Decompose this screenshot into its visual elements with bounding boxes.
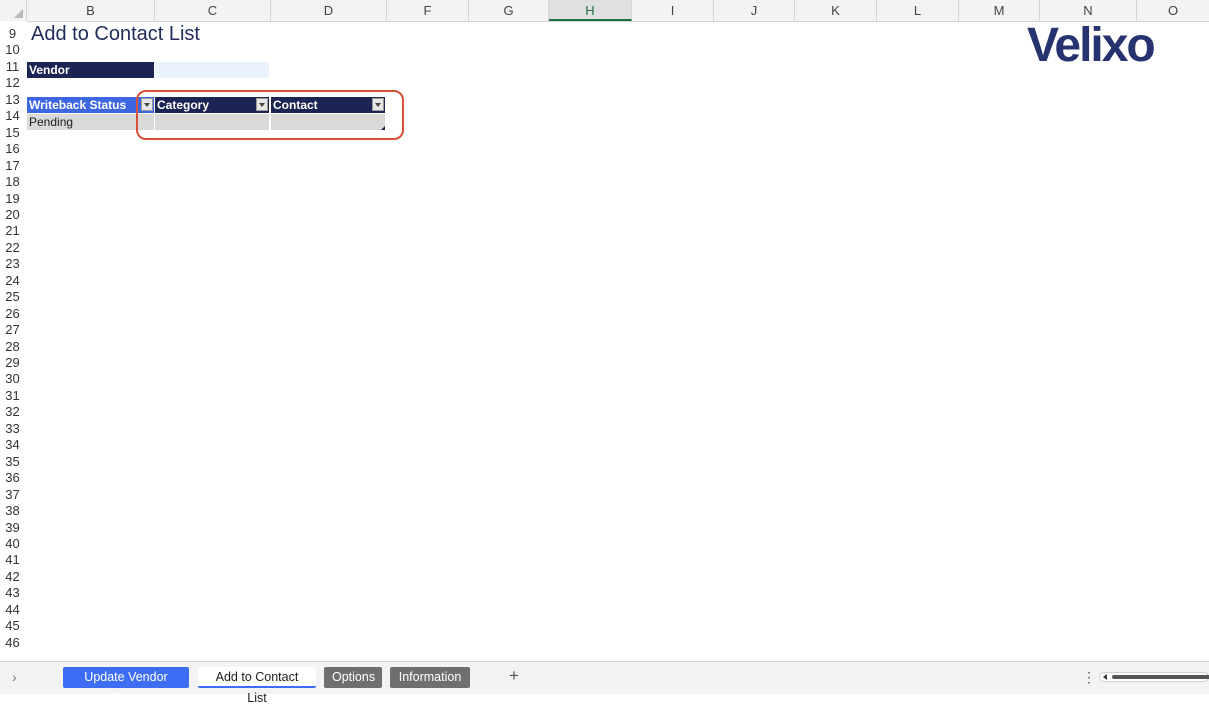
column-header-g[interactable]: G bbox=[469, 0, 549, 21]
row-header[interactable]: 19 bbox=[0, 191, 25, 207]
velixo-logo: Velixo bbox=[1027, 19, 1156, 72]
row-header[interactable]: 25 bbox=[0, 289, 25, 305]
row-header[interactable]: 39 bbox=[0, 520, 25, 536]
row-header[interactable]: 44 bbox=[0, 602, 25, 618]
column-header-i[interactable]: I bbox=[632, 0, 714, 21]
tab-information[interactable]: Information bbox=[390, 667, 470, 688]
column-header-b[interactable]: B bbox=[27, 0, 155, 21]
column-header-h[interactable]: H bbox=[549, 0, 632, 21]
column-header-j[interactable]: J bbox=[714, 0, 795, 21]
row-header[interactable]: 9 bbox=[0, 26, 25, 42]
row-header[interactable]: 12 bbox=[0, 75, 25, 91]
row-header[interactable]: 15 bbox=[0, 125, 25, 141]
row-header[interactable]: 42 bbox=[0, 569, 25, 585]
scroll-left-icon[interactable] bbox=[1103, 674, 1107, 680]
row-header[interactable]: 33 bbox=[0, 421, 25, 437]
row-header[interactable]: 11 bbox=[0, 59, 25, 75]
plus-icon[interactable]: + bbox=[509, 666, 519, 686]
row-header[interactable]: 30 bbox=[0, 371, 25, 387]
row-header[interactable]: 21 bbox=[0, 223, 25, 239]
more-vertical-icon[interactable]: ⋮ bbox=[1082, 669, 1096, 686]
row-header[interactable]: 32 bbox=[0, 404, 25, 420]
sheet-title[interactable]: Add to Contact List bbox=[31, 23, 200, 46]
tab-update-vendor-data[interactable]: Update Vendor Data bbox=[63, 667, 189, 705]
row-header[interactable]: 43 bbox=[0, 585, 25, 601]
row-header[interactable]: 18 bbox=[0, 174, 25, 190]
row-header[interactable]: 14 bbox=[0, 108, 25, 124]
writeback-status-header-label: Writeback Status bbox=[29, 98, 127, 112]
row-header[interactable]: 20 bbox=[0, 207, 25, 223]
column-header-c[interactable]: C bbox=[155, 0, 271, 21]
row-header[interactable]: 26 bbox=[0, 306, 25, 322]
row-header-column: 9 10 11 12 13 14 15 16 17 18 19 20 21 22 23 24 25 26 27 28 2… bbox=[0, 21, 27, 661]
row-header[interactable]: 37 bbox=[0, 487, 25, 503]
writeback-status-header[interactable]: Writeback Status bbox=[27, 97, 154, 113]
chevron-right-icon[interactable]: › bbox=[12, 669, 17, 685]
row-header[interactable]: 27 bbox=[0, 322, 25, 338]
column-header-d[interactable]: D bbox=[271, 0, 387, 21]
row-header[interactable]: 29 bbox=[0, 355, 25, 371]
scrollbar-thumb[interactable] bbox=[1112, 675, 1209, 679]
row-header[interactable]: 45 bbox=[0, 618, 25, 634]
sheet-tab-bar: › Update Vendor Data Add to Contact List… bbox=[0, 661, 1209, 705]
select-all-triangle-icon bbox=[14, 9, 23, 18]
vendor-label[interactable]: Vendor bbox=[27, 62, 154, 78]
row-header[interactable]: 46 bbox=[0, 635, 25, 651]
row-header[interactable]: 24 bbox=[0, 273, 25, 289]
row-header[interactable]: 16 bbox=[0, 141, 25, 157]
row-header[interactable]: 22 bbox=[0, 240, 25, 256]
row-header[interactable]: 23 bbox=[0, 256, 25, 272]
row-header[interactable]: 17 bbox=[0, 158, 25, 174]
vendor-input-cell[interactable] bbox=[155, 62, 269, 78]
row-header[interactable]: 41 bbox=[0, 552, 25, 568]
tab-options[interactable]: Options bbox=[324, 667, 382, 688]
row-header[interactable]: 28 bbox=[0, 339, 25, 355]
row-header[interactable]: 36 bbox=[0, 470, 25, 486]
row-header[interactable]: 40 bbox=[0, 536, 25, 552]
row-header[interactable]: 10 bbox=[0, 42, 25, 58]
highlight-callout bbox=[136, 90, 404, 140]
writeback-status-cell[interactable]: Pending bbox=[27, 114, 154, 130]
select-all-corner[interactable] bbox=[0, 0, 27, 21]
row-header[interactable]: 35 bbox=[0, 454, 25, 470]
row-header[interactable]: 34 bbox=[0, 437, 25, 453]
column-header-k[interactable]: K bbox=[795, 0, 877, 21]
row-header[interactable]: 38 bbox=[0, 503, 25, 519]
row-header[interactable]: 13 bbox=[0, 92, 25, 108]
column-header-l[interactable]: L bbox=[877, 0, 959, 21]
horizontal-scrollbar[interactable] bbox=[1099, 672, 1209, 682]
tab-add-to-contact-list[interactable]: Add to Contact List bbox=[198, 667, 316, 705]
row-header[interactable]: 31 bbox=[0, 388, 25, 404]
column-header-f[interactable]: F bbox=[387, 0, 469, 21]
